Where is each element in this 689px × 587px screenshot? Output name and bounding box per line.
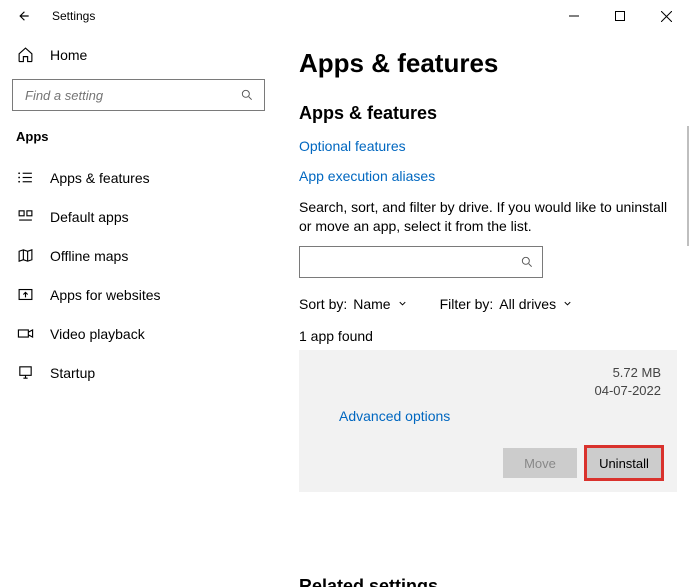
app-size: 5.72 MB	[339, 364, 661, 382]
section-heading: Apps & features	[299, 103, 677, 124]
nav-home[interactable]: Home	[12, 40, 265, 73]
minimize-icon	[569, 11, 579, 21]
close-icon	[661, 11, 672, 22]
sidebar: Home Apps Apps & features Default apps	[0, 32, 277, 587]
nav-apps-features[interactable]: Apps & features	[12, 158, 265, 197]
app-count: 1 app found	[299, 328, 677, 344]
link-advanced-options[interactable]: Advanced options	[339, 408, 450, 424]
minimize-button[interactable]	[551, 0, 597, 32]
chevron-down-icon	[397, 298, 408, 309]
maximize-icon	[615, 11, 625, 21]
home-icon	[16, 46, 34, 63]
nav-default-apps[interactable]: Default apps	[12, 197, 265, 236]
nav-offline-maps[interactable]: Offline maps	[12, 236, 265, 275]
nav-item-label: Offline maps	[50, 248, 128, 264]
link-app-execution-aliases[interactable]: App execution aliases	[299, 168, 677, 184]
nav-home-label: Home	[50, 47, 87, 63]
sort-value: Name	[353, 296, 390, 312]
titlebar: Settings	[0, 0, 689, 32]
filter-label: Filter by:	[440, 296, 494, 312]
sidebar-section-label: Apps	[16, 129, 265, 144]
sort-by-dropdown[interactable]: Sort by: Name	[299, 296, 408, 312]
move-button[interactable]: Move	[503, 448, 577, 478]
close-button[interactable]	[643, 0, 689, 32]
nav-item-label: Apps for websites	[50, 287, 161, 303]
page-title: Apps & features	[299, 48, 677, 79]
video-icon	[16, 325, 34, 342]
nav-item-label: Startup	[50, 365, 95, 381]
list-icon	[16, 169, 34, 186]
back-button[interactable]	[14, 9, 34, 23]
window-title: Settings	[52, 9, 95, 23]
nav-startup[interactable]: Startup	[12, 353, 265, 392]
find-setting-input[interactable]	[23, 87, 240, 104]
chevron-down-icon	[562, 298, 573, 309]
filter-by-dropdown[interactable]: Filter by: All drives	[440, 296, 573, 312]
maximize-button[interactable]	[597, 0, 643, 32]
app-date: 04-07-2022	[339, 382, 661, 400]
related-settings-heading: Related settings	[299, 576, 677, 587]
find-setting-search[interactable]	[12, 79, 265, 111]
nav-video-playback[interactable]: Video playback	[12, 314, 265, 353]
nav-apps-websites[interactable]: Apps for websites	[12, 275, 265, 314]
app-search[interactable]	[299, 246, 543, 278]
app-search-input[interactable]	[308, 253, 520, 270]
map-icon	[16, 247, 34, 264]
arrow-left-icon	[17, 9, 31, 23]
app-card[interactable]: 5.72 MB 04-07-2022 Advanced options Move…	[299, 350, 677, 492]
nav-item-label: Apps & features	[50, 170, 150, 186]
search-icon	[520, 255, 534, 269]
description-text: Search, sort, and filter by drive. If yo…	[299, 198, 677, 236]
nav-item-label: Default apps	[50, 209, 129, 225]
main-content: Apps & features Apps & features Optional…	[277, 32, 689, 587]
filter-value: All drives	[499, 296, 556, 312]
sort-label: Sort by:	[299, 296, 347, 312]
nav-item-label: Video playback	[50, 326, 145, 342]
uninstall-button[interactable]: Uninstall	[587, 448, 661, 478]
search-icon	[240, 88, 254, 102]
startup-icon	[16, 364, 34, 381]
link-optional-features[interactable]: Optional features	[299, 138, 677, 154]
open-icon	[16, 286, 34, 303]
defaults-icon	[16, 208, 34, 225]
